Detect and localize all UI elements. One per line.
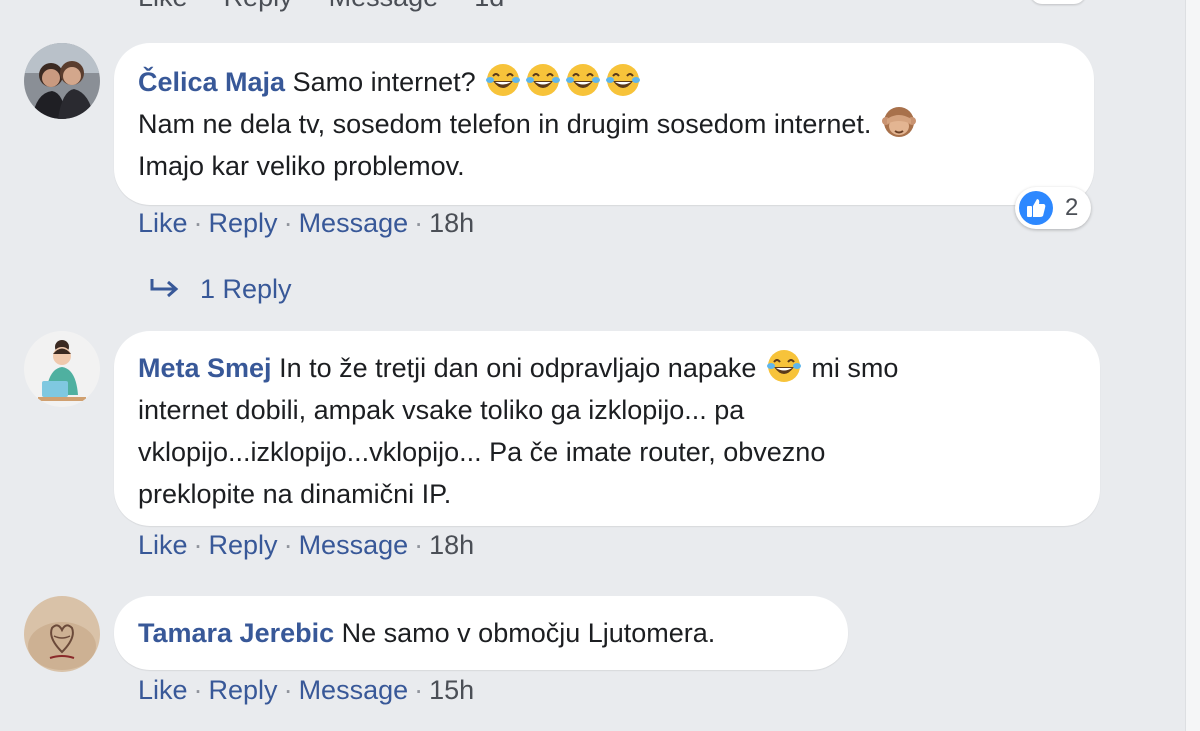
separator: · bbox=[193, 675, 203, 705]
page-right-edge bbox=[1185, 0, 1200, 731]
like-link[interactable]: Like bbox=[138, 530, 188, 560]
reaction-count: 2 bbox=[1065, 194, 1079, 221]
timestamp: 1d bbox=[474, 0, 504, 12]
see-no-evil-monkey-icon bbox=[881, 107, 916, 137]
comment-text: Samo internet? bbox=[292, 67, 476, 97]
separator: · bbox=[283, 675, 293, 705]
timestamp: 18h bbox=[429, 530, 475, 560]
comment-text: mi smo bbox=[811, 353, 899, 383]
avatar-photo bbox=[24, 596, 100, 672]
face-with-tears-of-joy-icon bbox=[526, 64, 561, 96]
laughing-emoji-icons bbox=[483, 64, 643, 97]
face-with-tears-of-joy-icon bbox=[486, 64, 521, 96]
comment-actions: Like · Reply · Message · 18h bbox=[138, 530, 474, 561]
comment-text: Nam ne dela tv, sosedom telefon in drugi… bbox=[138, 109, 872, 139]
reply-arrow-icon bbox=[150, 279, 179, 298]
comment-text: vklopijo...izklopijo...vklopijo... Pa če… bbox=[138, 437, 826, 467]
avatar-photo bbox=[24, 43, 100, 119]
previous-comment-actions: Like · Reply · Message · 1d bbox=[138, 0, 504, 13]
comment-author[interactable]: Čelica Maja bbox=[138, 67, 285, 97]
separator: · bbox=[306, 0, 315, 12]
separator: · bbox=[414, 530, 424, 560]
like-link[interactable]: Like bbox=[138, 675, 188, 705]
separator: · bbox=[193, 530, 203, 560]
comment-bubble: Tamara Jerebic Ne samo v območju Ljutome… bbox=[114, 596, 848, 670]
message-link[interactable]: Message bbox=[299, 675, 409, 705]
face-with-tears-of-joy-icon bbox=[766, 350, 801, 382]
avatar[interactable] bbox=[24, 43, 100, 119]
view-replies-link[interactable]: 1 Reply bbox=[148, 274, 292, 305]
comment-actions: Like · Reply · Message · 15h bbox=[138, 675, 474, 706]
comment-actions: Like · Reply · Message · 18h bbox=[138, 208, 474, 239]
separator: · bbox=[414, 208, 424, 238]
reply-link[interactable]: Reply bbox=[209, 675, 278, 705]
comment-text: Ne samo v območju Ljutomera. bbox=[341, 618, 716, 648]
comment-text: internet dobili, ampak vsake toliko ga i… bbox=[138, 395, 745, 425]
separator: · bbox=[452, 0, 461, 12]
comment-text: In to že tretji dan oni odpravljajo napa… bbox=[279, 353, 757, 383]
reply-link[interactable]: Reply bbox=[209, 208, 278, 238]
replies-count: 1 Reply bbox=[200, 274, 292, 304]
separator: · bbox=[193, 208, 203, 238]
comment-author[interactable]: Meta Smej bbox=[138, 353, 272, 383]
separator: · bbox=[201, 0, 210, 12]
thumbs-up-icon bbox=[1027, 199, 1046, 217]
message-link[interactable]: Message bbox=[299, 208, 409, 238]
like-reaction-icon bbox=[1019, 191, 1053, 225]
message-link[interactable]: Message bbox=[329, 0, 439, 12]
timestamp: 18h bbox=[429, 208, 475, 238]
reply-link[interactable]: Reply bbox=[224, 0, 293, 12]
reply-link[interactable]: Reply bbox=[209, 530, 278, 560]
timestamp: 15h bbox=[429, 675, 475, 705]
avatar[interactable] bbox=[24, 596, 100, 672]
face-with-tears-of-joy-icon bbox=[606, 64, 641, 96]
face-with-tears-of-joy-icon bbox=[566, 64, 601, 96]
comment-author[interactable]: Tamara Jerebic bbox=[138, 618, 334, 648]
comment-bubble: Čelica Maja Samo internet? Nam ne dela t… bbox=[114, 43, 1094, 205]
previous-comment-bubble-edge bbox=[1030, 0, 1086, 4]
separator: · bbox=[414, 675, 424, 705]
message-link[interactable]: Message bbox=[299, 530, 409, 560]
comment-text: preklopite na dinamični IP. bbox=[138, 479, 452, 509]
separator: · bbox=[283, 530, 293, 560]
reaction-badge[interactable]: 2 bbox=[1015, 187, 1091, 229]
separator: · bbox=[283, 208, 293, 238]
avatar-photo bbox=[24, 331, 100, 407]
comment-text: Imajo kar veliko problemov. bbox=[138, 151, 465, 181]
like-link[interactable]: Like bbox=[138, 0, 188, 12]
avatar[interactable] bbox=[24, 331, 100, 407]
comment-bubble: Meta Smej In to že tretji dan oni odprav… bbox=[114, 331, 1100, 526]
like-link[interactable]: Like bbox=[138, 208, 188, 238]
